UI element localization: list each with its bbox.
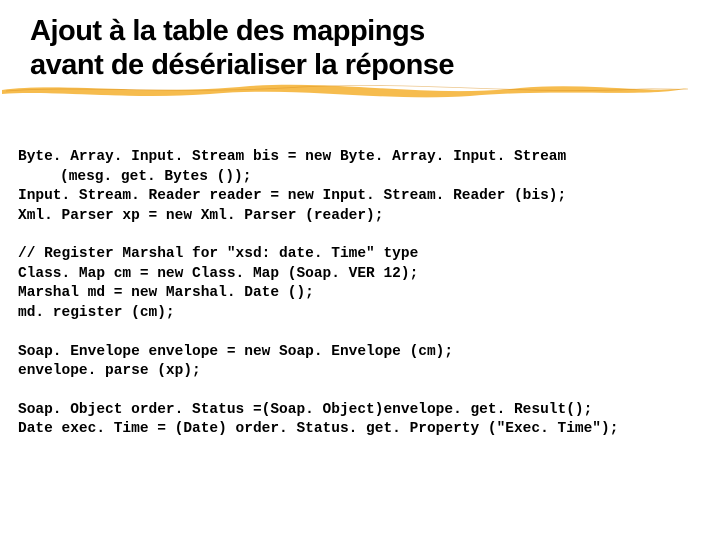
code-line: Class. Map cm = new Class. Map (Soap. VE… <box>18 266 418 282</box>
code-paragraph-3: Soap. Envelope envelope = new Soap. Enve… <box>18 343 690 382</box>
code-paragraph-1: Byte. Array. Input. Stream bis = new Byt… <box>18 148 690 226</box>
code-line: (mesg. get. Bytes ()); <box>18 168 251 188</box>
code-line: Byte. Array. Input. Stream bis = new Byt… <box>18 149 566 165</box>
code-line: md. register (cm); <box>18 305 175 321</box>
slide-title-block: Ajout à la table des mappings avant de d… <box>0 0 720 88</box>
code-line: Soap. Envelope envelope = new Soap. Enve… <box>18 344 453 360</box>
code-line: Marshal md = new Marshal. Date (); <box>18 285 314 301</box>
code-line: Xml. Parser xp = new Xml. Parser (reader… <box>18 208 383 224</box>
code-line: Date exec. Time = (Date) order. Status. … <box>18 421 618 437</box>
code-paragraph-4: Soap. Object order. Status =(Soap. Objec… <box>18 401 690 440</box>
code-block: Byte. Array. Input. Stream bis = new Byt… <box>0 88 720 468</box>
code-line: // Register Marshal for "xsd: date. Time… <box>18 246 418 262</box>
title-line-1: Ajout à la table des mappings <box>30 14 690 48</box>
code-line: Soap. Object order. Status =(Soap. Objec… <box>18 402 592 418</box>
title-line-2: avant de désérialiser la réponse <box>30 48 690 82</box>
code-line: envelope. parse (xp); <box>18 363 201 379</box>
code-line: Input. Stream. Reader reader = new Input… <box>18 188 566 204</box>
code-paragraph-2: // Register Marshal for "xsd: date. Time… <box>18 245 690 323</box>
slide-title: Ajout à la table des mappings avant de d… <box>30 14 690 82</box>
